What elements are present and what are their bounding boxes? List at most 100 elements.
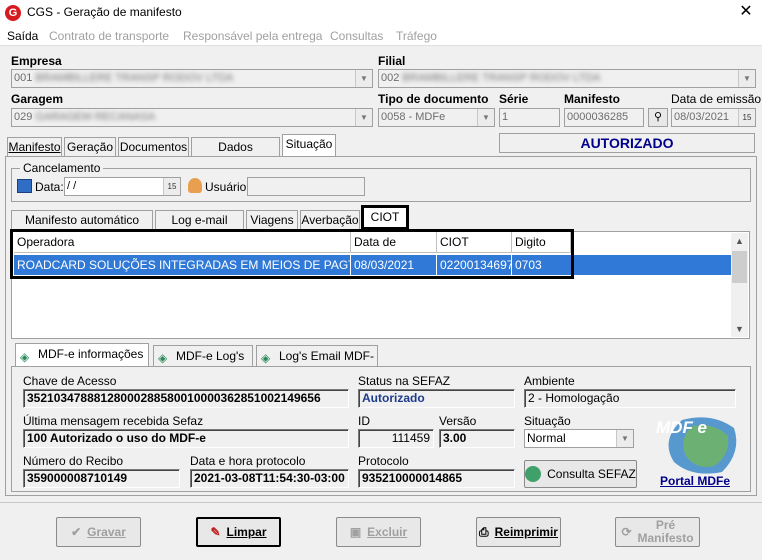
mdfe-icon: ◈ (20, 350, 30, 364)
limpar-button[interactable]: ✎ Limpar (196, 517, 281, 547)
chevron-down-icon[interactable]: ▼ (616, 430, 633, 447)
vertical-scrollbar[interactable]: ▲ ▼ (731, 233, 748, 337)
scroll-thumb[interactable] (732, 251, 747, 283)
tab-mdfe-logs-label: MDF-e Log's (176, 349, 245, 363)
garagem-code: 029 (14, 111, 33, 123)
manifesto-field[interactable]: 0000036285 (564, 108, 644, 127)
cancelamento-data-field[interactable]: / / 15 (64, 177, 181, 196)
versao-label: Versão (439, 414, 477, 428)
recibo-label: Número do Recibo (23, 454, 124, 468)
empresa-select[interactable]: 001 BRAMBILLERE TRANSP RODOV LTDA ▼ (11, 69, 373, 88)
tab-geracao[interactable]: Geração (64, 137, 116, 157)
data-hora-label: Data e hora protocolo (190, 454, 306, 468)
serie-field[interactable]: 1 (499, 108, 560, 127)
tab-manifesto-automatico[interactable]: Manifesto automático (11, 210, 153, 229)
calendar-icon (17, 179, 32, 193)
tab-situacao-label: Situação (285, 137, 333, 151)
tab-geracao-label: Geração (66, 140, 114, 154)
reimprimir-button[interactable]: ⎙ Reimprimir (476, 517, 561, 547)
ultima-msg-label: Última mensagem recebida Sefaz (23, 414, 204, 428)
menu-saida[interactable]: Saída (7, 29, 38, 43)
garagem-label: Garagem (11, 92, 64, 106)
excluir-button[interactable]: ▣ Excluir (336, 517, 421, 547)
calendar-icon[interactable]: 15 (738, 109, 755, 126)
tipo-documento-select[interactable]: 0058 - MDFe ▼ (378, 108, 495, 127)
trash-icon: ▣ (349, 525, 362, 539)
calendar-icon[interactable]: 15 (163, 178, 180, 195)
chave-acesso-label: Chave de Acesso (23, 374, 117, 388)
filial-name: BRAMBILLERE TRANSP RODOV LTDA (402, 72, 601, 84)
versao-field[interactable]: 3.00 (439, 429, 515, 448)
tab-ciot[interactable]: CIOT (361, 205, 409, 230)
close-icon[interactable]: ✕ (736, 2, 756, 22)
footer-divider (0, 502, 762, 503)
menu-consultas[interactable]: Consultas (330, 29, 383, 43)
tab-viagens-label: Viagens (250, 213, 294, 227)
mdfe-icon: ◈ (261, 351, 271, 365)
ultima-msg-field[interactable]: 100 Autorizado o uso do MDF-e (23, 429, 349, 448)
data-emissao-value: 08/03/2021 (674, 111, 730, 123)
usuario-field[interactable] (247, 177, 365, 196)
id-field[interactable]: 111459 (358, 429, 434, 448)
consulta-sefaz-label: Consulta SEFAZ (547, 467, 636, 481)
tab-averbacao[interactable]: Averbação (300, 210, 360, 229)
chave-acesso-field[interactable]: 3521034788812800028858001000036285100214… (23, 389, 349, 408)
tab-situacao[interactable]: Situação (282, 134, 336, 157)
tab-log-email-label: Log e-mail (171, 213, 228, 227)
protocolo-field[interactable]: 935210000014865 (358, 469, 515, 488)
ambiente-field[interactable]: 2 - Homologação (524, 389, 736, 408)
tipo-documento-value: 0058 - MDFe (381, 111, 446, 123)
scroll-down-icon[interactable]: ▼ (731, 321, 748, 337)
situacao-label: Situação (524, 414, 571, 428)
cancelamento-data-value: / / (67, 180, 77, 192)
mdfe-icon (525, 466, 542, 482)
pre-manifesto-button[interactable]: ⟳ Pré Manifesto (615, 517, 700, 547)
empresa-label: Empresa (11, 54, 62, 68)
scroll-up-icon[interactable]: ▲ (731, 233, 748, 249)
ambiente-label: Ambiente (524, 374, 575, 388)
tab-mdfe-logs[interactable]: ◈ MDF-e Log's (153, 345, 253, 367)
situacao-select[interactable]: Normal ▼ (524, 429, 634, 448)
tab-logs-email-mdfe[interactable]: ◈ Log's Email MDF-e (256, 345, 378, 383)
tab-documentos[interactable]: Documentos (118, 137, 189, 157)
tab-manifesto-automatico-label: Manifesto automático (24, 213, 140, 227)
portal-mdfe-link[interactable]: Portal MDFe (660, 474, 730, 488)
tab-manifesto-label: Manifesto (8, 140, 61, 154)
data-emissao-label: Data de emissão (671, 92, 762, 106)
tab-averbacao-label: Averbação (301, 213, 359, 227)
app-logo-icon: G (5, 5, 21, 21)
mdfe-icon: ◈ (158, 351, 168, 365)
data-emissao-field[interactable]: 08/03/2021 15 (671, 108, 756, 127)
cancelamento-title: Cancelamento (20, 161, 104, 175)
menu-contrato-transporte[interactable]: Contrato de transporte (49, 29, 169, 43)
tab-ciot-label: CIOT (370, 210, 400, 224)
garagem-name: GARAGEM RECANASA (35, 111, 156, 123)
filial-select[interactable]: 002 BRAMBILLERE TRANSP RODOV LTDA ▼ (378, 69, 756, 88)
excluir-label: Excluir (367, 525, 408, 539)
tab-viagens[interactable]: Viagens (246, 210, 298, 229)
gravar-button[interactable]: ✔ Gravar (56, 517, 141, 547)
menu-responsavel-entrega[interactable]: Responsável pela entrega (183, 29, 322, 43)
situacao-value: Normal (527, 431, 566, 445)
consulta-sefaz-button[interactable]: Consulta SEFAZ (524, 460, 637, 488)
id-label: ID (358, 414, 370, 428)
gravar-label: Gravar (87, 525, 126, 539)
user-icon (188, 178, 202, 193)
chevron-down-icon[interactable]: ▼ (477, 109, 494, 126)
tab-dados-adicionais[interactable]: Dados adicionais (191, 137, 280, 172)
tab-log-email[interactable]: Log e-mail (155, 210, 244, 229)
chevron-down-icon[interactable]: ▼ (355, 109, 372, 126)
tipo-documento-label: Tipo de documento (378, 92, 489, 106)
data-hora-field[interactable]: 2021-03-08T11:54:30-03:00 (190, 469, 349, 488)
protocolo-label: Protocolo (358, 454, 409, 468)
chevron-down-icon[interactable]: ▼ (738, 70, 755, 87)
tab-manifesto[interactable]: Manifesto (7, 137, 62, 157)
status-sefaz-field[interactable]: Autorizado (358, 389, 515, 408)
garagem-select[interactable]: 029 GARAGEM RECANASA ▼ (11, 108, 373, 127)
chevron-down-icon[interactable]: ▼ (355, 70, 372, 87)
binoculars-icon[interactable]: ⚲ (648, 108, 668, 127)
manifesto-label: Manifesto (564, 92, 621, 106)
menu-trafego[interactable]: Tráfego (396, 29, 437, 43)
recibo-field[interactable]: 359000008710149 (23, 469, 180, 488)
tab-mdfe-informacoes[interactable]: ◈ MDF-e informações (15, 343, 149, 367)
